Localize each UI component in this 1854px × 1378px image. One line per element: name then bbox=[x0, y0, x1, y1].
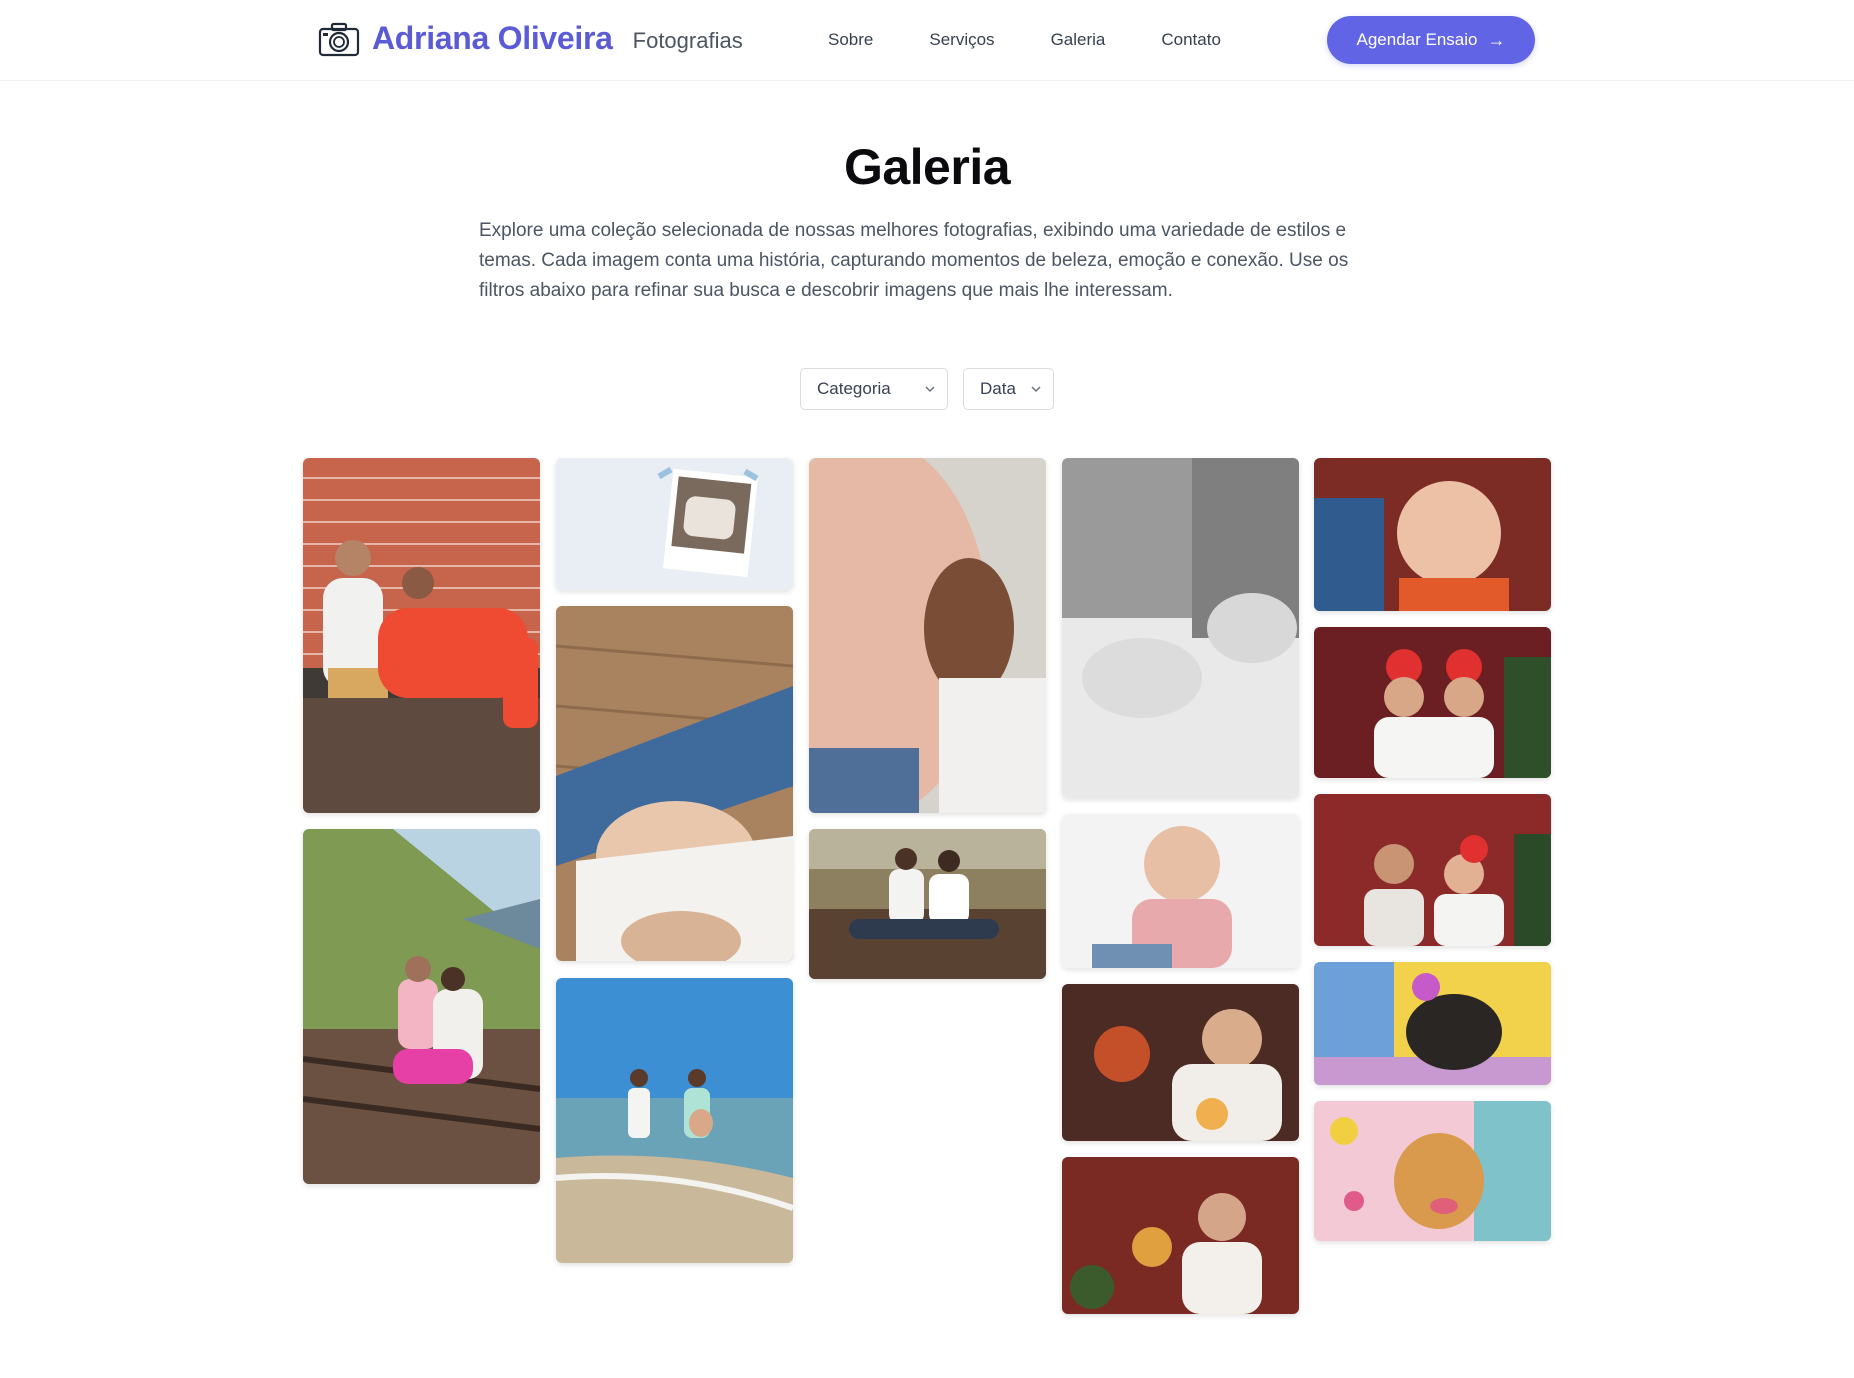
date-filter-label: Data bbox=[980, 379, 1016, 398]
nav-link-sobre[interactable]: Sobre bbox=[828, 30, 873, 50]
brand-subtitle: Fotografias bbox=[632, 27, 743, 53]
nav-link-servicos[interactable]: Serviços bbox=[929, 30, 994, 50]
gallery-photo-dog-golden[interactable] bbox=[1314, 1101, 1551, 1241]
brand-name: Adriana Oliveira bbox=[372, 20, 613, 56]
gallery-photo-polaroid[interactable] bbox=[556, 458, 793, 590]
date-filter-select[interactable]: Data bbox=[963, 368, 1054, 410]
chevron-down-icon bbox=[925, 386, 935, 393]
gallery-photo-girl-christmas-lantern[interactable] bbox=[1062, 984, 1299, 1141]
gallery-photo-pregnant-belly-man[interactable] bbox=[809, 458, 1046, 813]
category-filter-select[interactable]: Categoria bbox=[800, 368, 948, 410]
gallery-photo-pregnant-floor[interactable] bbox=[556, 606, 793, 961]
schedule-session-label: Agendar Ensaio bbox=[1356, 30, 1478, 49]
gallery-photo-baby-smiling[interactable] bbox=[1062, 814, 1299, 968]
gallery-photo-dog-black[interactable] bbox=[1314, 962, 1551, 1085]
gallery-photo-couple-beach[interactable] bbox=[556, 978, 793, 1263]
gallery-photo-girl-christmas-red[interactable] bbox=[1062, 1157, 1299, 1314]
gallery-photo-kids-christmas-decor[interactable] bbox=[1314, 794, 1551, 946]
gallery-photo-couple-leaves[interactable] bbox=[809, 829, 1046, 979]
gallery-photo-couple-mountains[interactable] bbox=[303, 829, 540, 1184]
brand[interactable]: Adriana Oliveira Fotografias bbox=[318, 20, 743, 57]
gallery-photo-baby-feet[interactable] bbox=[1062, 458, 1299, 798]
main-nav: Sobre Serviços Galeria Contato bbox=[828, 30, 1277, 50]
nav-link-galeria[interactable]: Galeria bbox=[1051, 30, 1106, 50]
page-description: Explore uma coleção selecionada de nossa… bbox=[479, 220, 1349, 301]
site-header: Adriana Oliveira Fotografias Sobre Servi… bbox=[0, 0, 1854, 81]
gallery-photo-kids-santa-hats[interactable] bbox=[1314, 627, 1551, 778]
chevron-down-icon bbox=[1031, 386, 1041, 393]
category-filter-label: Categoria bbox=[817, 379, 891, 398]
page-title: Galeria bbox=[843, 139, 1011, 195]
nav-link-contato[interactable]: Contato bbox=[1161, 30, 1221, 50]
gallery-photo-couple-brick-wall[interactable] bbox=[303, 458, 540, 813]
gallery-photo-baby-laughing[interactable] bbox=[1314, 458, 1551, 611]
arrow-right-icon: → bbox=[1487, 29, 1506, 50]
camera-icon bbox=[318, 22, 360, 56]
schedule-session-button[interactable]: Agendar Ensaio → bbox=[1327, 16, 1535, 64]
